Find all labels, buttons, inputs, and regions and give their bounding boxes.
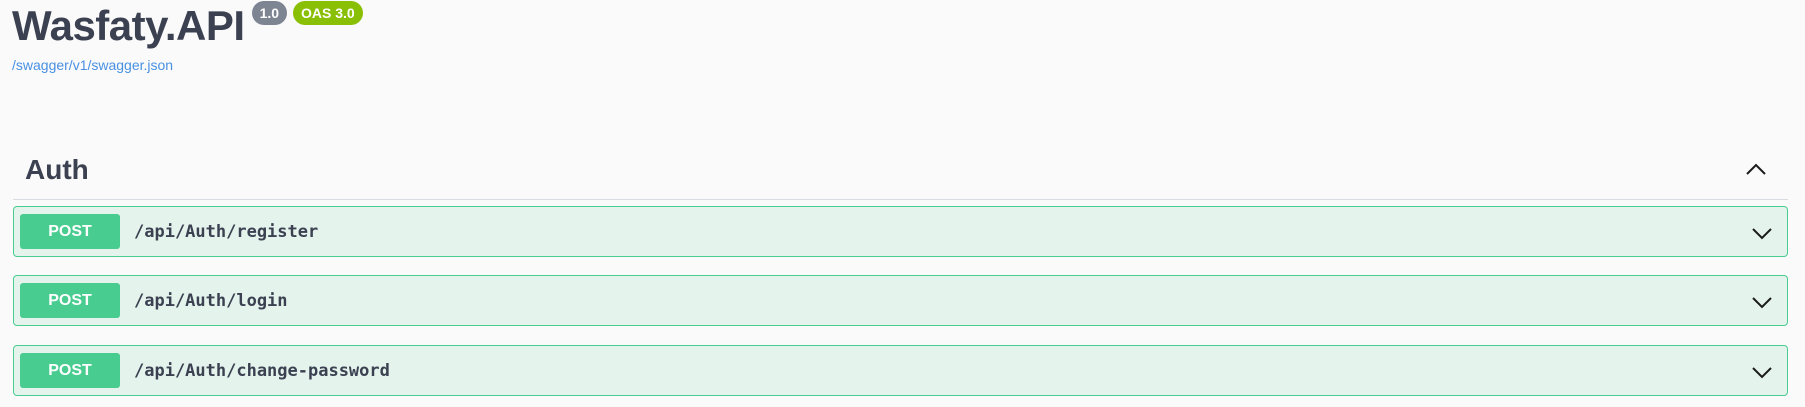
- chevron-down-icon: [1752, 367, 1772, 379]
- chevron-down-icon: [1752, 228, 1772, 240]
- operation-register[interactable]: POST /api/Auth/register: [13, 206, 1788, 257]
- expand-button[interactable]: [1747, 287, 1777, 317]
- operation-login[interactable]: POST /api/Auth/login: [13, 275, 1788, 326]
- expand-button[interactable]: [1747, 218, 1777, 248]
- tag-section-auth: Auth POST /api/Auth/register POST /api/A…: [13, 141, 1788, 396]
- tag-header[interactable]: Auth: [13, 141, 1788, 200]
- expand-button[interactable]: [1747, 357, 1777, 387]
- operation-path: /api/Auth/register: [134, 221, 319, 242]
- collapse-button[interactable]: [1736, 150, 1776, 190]
- api-info: Wasfaty.API 1.0 OAS 3.0 /swagger/v1/swag…: [12, 0, 363, 73]
- operation-path: /api/Auth/change-password: [134, 360, 390, 381]
- chevron-down-icon: [1752, 297, 1772, 309]
- swagger-json-link[interactable]: /swagger/v1/swagger.json: [12, 57, 173, 73]
- method-badge: POST: [20, 283, 120, 318]
- operation-change-password[interactable]: POST /api/Auth/change-password: [13, 345, 1788, 396]
- version-badge: 1.0: [251, 1, 288, 25]
- tag-name: Auth: [25, 154, 89, 185]
- title-row: Wasfaty.API 1.0 OAS 3.0: [12, 0, 363, 52]
- method-badge: POST: [20, 214, 120, 249]
- page-title: Wasfaty.API: [12, 2, 245, 49]
- operation-path: /api/Auth/login: [134, 290, 288, 311]
- oas-badge: OAS 3.0: [293, 1, 363, 25]
- chevron-up-icon: [1746, 163, 1766, 175]
- method-badge: POST: [20, 353, 120, 388]
